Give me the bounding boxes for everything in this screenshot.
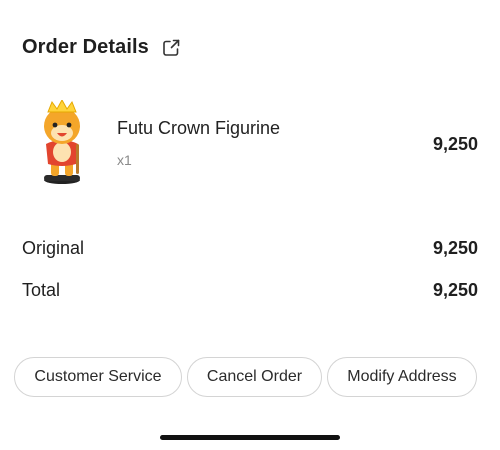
total-value: 9,250 xyxy=(432,280,478,300)
cancel-order-button[interactable]: Cancel Order xyxy=(187,357,322,397)
home-indicator[interactable] xyxy=(160,435,340,440)
product-price: 9,250 xyxy=(432,134,478,154)
page-title: Order Details xyxy=(22,36,149,58)
action-buttons: Customer Service Cancel Order Modify Add… xyxy=(14,357,477,397)
original-label: Original xyxy=(22,238,85,258)
original-value: 9,250 xyxy=(432,238,478,258)
modify-address-button[interactable]: Modify Address xyxy=(327,357,477,397)
header: Order Details xyxy=(22,36,181,59)
customer-service-button[interactable]: Customer Service xyxy=(14,357,182,397)
crown-figurine-image xyxy=(36,98,88,186)
original-price-row: Original 9,250 xyxy=(22,238,478,259)
product-quantity: x1 xyxy=(117,152,132,168)
product-name: Futu Crown Figurine xyxy=(117,118,281,138)
total-price-row: Total 9,250 xyxy=(22,280,478,301)
product-row[interactable]: Futu Crown Figurine x1 9,250 xyxy=(22,96,478,192)
share-icon[interactable] xyxy=(161,38,181,58)
total-label: Total xyxy=(22,280,61,300)
